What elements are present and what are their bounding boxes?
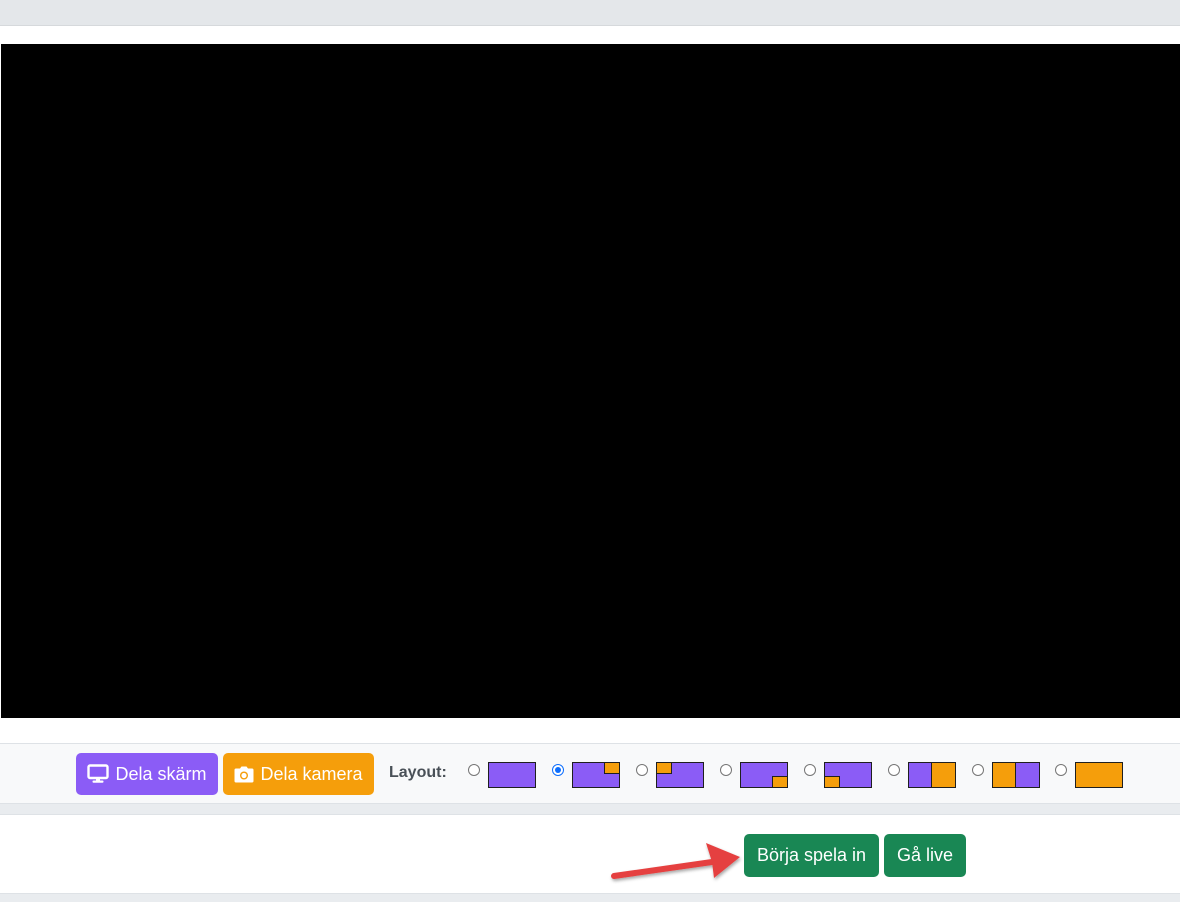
layout-thumbnail[interactable]: [908, 762, 956, 788]
layout-radio[interactable]: [972, 764, 984, 776]
layout-thumbnail[interactable]: [488, 762, 536, 788]
layout-radio[interactable]: [804, 764, 816, 776]
layout-thumbnail[interactable]: [572, 762, 620, 788]
layout-radio[interactable]: [888, 764, 900, 776]
annotation-arrow-icon: [611, 843, 740, 879]
layout-thumbnail[interactable]: [824, 762, 872, 788]
top-bar: [0, 0, 1180, 26]
section-gap: [0, 804, 1180, 814]
camera-icon: [234, 766, 254, 783]
layout-label: Layout:: [389, 764, 447, 781]
action-bar: Börja spela in Gå live: [0, 814, 1180, 894]
media-controls-bar: Dela skärm Dela kamera Layout:: [0, 743, 1180, 804]
layout-thumbnail[interactable]: [740, 762, 788, 788]
monitor-icon: [87, 764, 110, 784]
layout-thumbnail[interactable]: [1075, 762, 1123, 788]
layout-radio[interactable]: [468, 764, 480, 776]
video-preview: [1, 44, 1180, 718]
go-live-button[interactable]: Gå live: [884, 834, 966, 877]
layout-radio[interactable]: [636, 764, 648, 776]
start-recording-button[interactable]: Börja spela in: [744, 834, 879, 877]
share-camera-button[interactable]: Dela kamera: [223, 753, 374, 795]
layout-radio[interactable]: [720, 764, 732, 776]
share-screen-label: Dela skärm: [115, 763, 207, 784]
share-screen-button[interactable]: Dela skärm: [76, 753, 218, 795]
layout-radio[interactable]: [1055, 764, 1067, 776]
stage-container: [0, 26, 1180, 743]
bottom-bar: [0, 894, 1180, 902]
share-camera-label: Dela kamera: [260, 763, 363, 784]
layout-radio-selected[interactable]: [552, 764, 564, 776]
layout-thumbnail[interactable]: [992, 762, 1040, 788]
layout-thumbnail[interactable]: [656, 762, 704, 788]
